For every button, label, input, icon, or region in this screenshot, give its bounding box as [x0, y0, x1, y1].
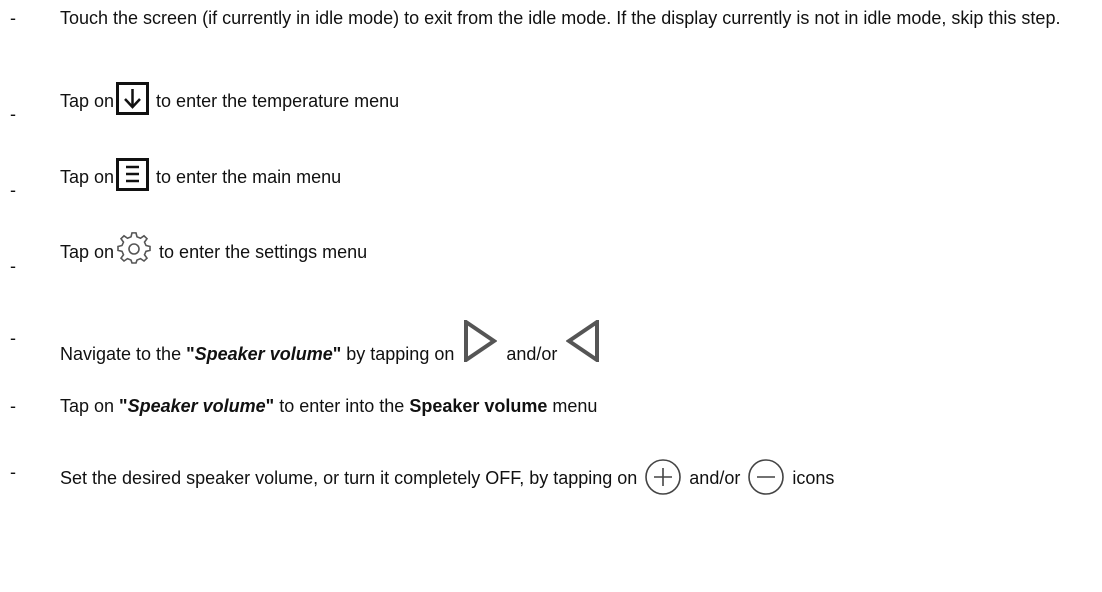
speaker-volume-menu-name: Speaker volume	[409, 396, 548, 416]
step-6-post: menu	[547, 396, 598, 416]
bullet-dash: -	[10, 180, 16, 200]
step-5-mid: by tapping on	[341, 344, 460, 364]
hamburger-menu-box-icon[interactable]	[116, 158, 150, 191]
step-7: Set the desired speaker volume, or turn …	[60, 452, 835, 495]
bullet-dash: -	[10, 104, 16, 124]
triangle-left-icon[interactable]	[565, 318, 600, 368]
step-2-pre: Tap on	[60, 91, 115, 111]
step-5-andor: and/or	[501, 344, 563, 364]
step-3-post: to enter the main menu	[151, 167, 342, 187]
step-4: Tap on to enter the settings menu	[60, 230, 367, 264]
quote-close: "	[265, 396, 275, 416]
step-4-post: to enter the settings menu	[154, 242, 368, 262]
step-6-pre: Tap on	[60, 396, 120, 416]
step-5: Navigate to the "Speaker volume" by tapp…	[60, 318, 604, 366]
gear-icon[interactable]	[116, 232, 152, 266]
step-5-pre: Navigate to the	[60, 344, 187, 364]
minus-circle-icon[interactable]	[747, 458, 785, 496]
step-7-andor: and/or	[684, 468, 746, 488]
arrow-down-box-icon[interactable]	[116, 82, 150, 115]
bullet-dash: -	[10, 328, 16, 348]
speaker-volume-term: Speaker volume	[194, 344, 333, 364]
step-3: Tap on to enter the main menu	[60, 156, 342, 191]
step-2: Tap on to enter the temperature menu	[60, 80, 400, 115]
step-7-post: icons	[787, 468, 835, 488]
bullet-dash: -	[10, 462, 16, 482]
step-6: Tap on "Speaker volume" to enter into th…	[60, 394, 597, 418]
bullet-dash: -	[10, 8, 16, 28]
bullet-dash: -	[10, 396, 16, 416]
step-6-mid: to enter into the	[274, 396, 410, 416]
triangle-right-icon[interactable]	[463, 318, 498, 368]
quote-open: "	[186, 344, 195, 364]
step-1-text: Touch the screen (if currently in idle m…	[60, 8, 1061, 28]
step-3-pre: Tap on	[60, 167, 115, 187]
quote-open: "	[119, 396, 128, 416]
step-4-pre: Tap on	[60, 242, 115, 262]
speaker-volume-term: Speaker volume	[127, 396, 266, 416]
plus-circle-icon[interactable]	[644, 458, 682, 496]
quote-close: "	[332, 344, 342, 364]
step-7-pre: Set the desired speaker volume, or turn …	[60, 468, 643, 488]
step-2-post: to enter the temperature menu	[151, 91, 400, 111]
bullet-dash: -	[10, 256, 16, 276]
